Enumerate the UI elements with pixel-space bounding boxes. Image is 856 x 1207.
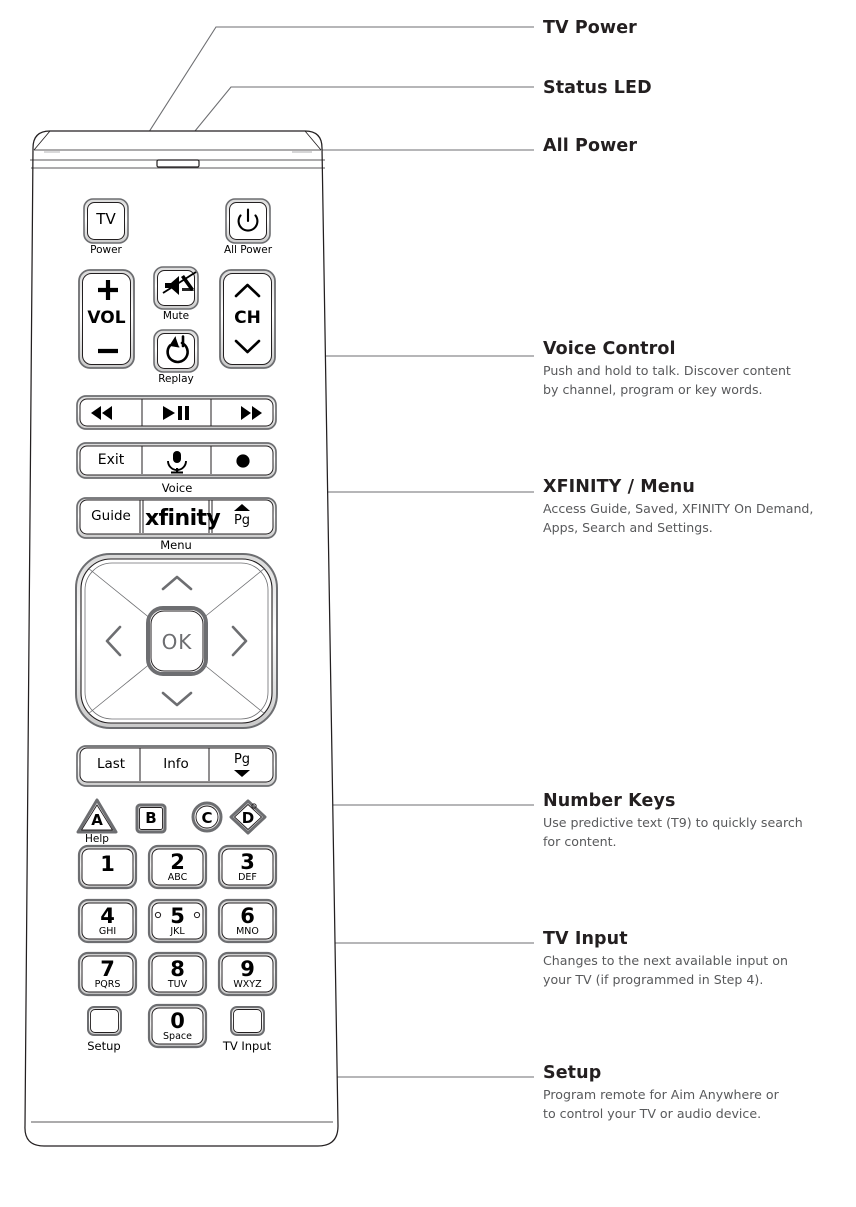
callout-voice-control: Voice Control Push and hold to talk. Dis… [543,339,791,399]
callout-title: Number Keys [543,791,676,811]
key-6-digit[interactable]: 6 [219,904,276,928]
key-0-letters: Space [163,1031,192,1042]
key-0-digit[interactable]: 0 [149,1009,206,1033]
callout-body-line: Changes to the next available input on [543,953,788,969]
tv-power-label[interactable]: TV [84,210,128,228]
callout-title: TV Input [543,929,628,949]
remote-diagram-canvas: TV Power All Power VOL CH Mute Replay Ex… [0,0,856,1207]
key-2-letters: ABC [167,872,188,883]
tv-input-caption: TV Input [222,1039,272,1053]
key-7-letters: PQRS [94,979,121,990]
callout-body-line: Program remote for Aim Anywhere or [543,1087,779,1103]
replay-caption: Replay [158,373,194,385]
callout-tv-power: TV Power [543,18,637,38]
callout-body-line: to control your TV or audio device. [543,1105,762,1121]
key-1-digit[interactable]: 1 [79,852,136,876]
callout-title: All Power [543,136,638,156]
tv-power-caption: Power [90,244,122,256]
channel-label[interactable]: CH [220,308,275,328]
page-down-label[interactable]: Pg [226,752,258,767]
callout-body-line: your TV (if programmed in Step 4). [543,971,764,987]
callout-body-line: for content. [543,833,617,849]
key-5-digit[interactable]: 5 [149,904,206,928]
key-8-digit[interactable]: 8 [149,957,206,981]
a-button-label[interactable]: A [78,811,116,829]
b-button-label[interactable]: B [137,809,165,827]
callout-title: XFINITY / Menu [543,477,695,497]
callout-status-led: Status LED [543,78,652,98]
d-button-label[interactable]: D [234,809,262,827]
voice-caption: Voice [161,481,193,495]
key-6-letters: MNO [236,926,259,937]
key-4-digit[interactable]: 4 [79,904,136,928]
key-4-letters: GHI [98,926,117,937]
c-button-label[interactable]: C [193,809,221,827]
key-3-digit[interactable]: 3 [219,850,276,874]
key-9-letters: WXYZ [233,979,262,990]
callout-tv-input: TV Input Changes to the next available i… [543,929,788,989]
setup-caption: Setup [87,1039,121,1053]
callout-number-keys: Number Keys Use predictive text (T9) to … [543,791,803,851]
key-2-digit[interactable]: 2 [149,850,206,874]
callout-title: TV Power [543,18,637,38]
volume-label[interactable]: VOL [79,308,134,328]
xfinity-logo[interactable]: xfinity [145,506,221,531]
record-icon [236,454,250,468]
callout-title: Voice Control [543,339,676,359]
callout-body-line: Use predictive text (T9) to quickly sear… [543,815,803,831]
all-power-caption: All Power [223,244,273,256]
key-9-digit[interactable]: 9 [219,957,276,981]
mute-caption: Mute [162,310,190,322]
callout-body-line: Access Guide, Saved, XFINITY On Demand, [543,501,814,517]
callout-title: Status LED [543,78,652,98]
key-3-letters: DEF [238,872,257,883]
callout-body-line: Apps, Search and Settings. [543,519,713,535]
callout-all-power: All Power [543,136,637,156]
info-label[interactable]: Info [146,756,206,772]
last-label[interactable]: Last [83,756,139,772]
page-up-label[interactable]: Pg [226,513,258,528]
key-8-letters: TUV [167,979,188,990]
callout-title: Setup [543,1063,602,1083]
remote-artwork [24,130,339,1147]
ok-label[interactable]: OK [148,630,206,654]
callout-setup: Setup Program remote for Aim Anywhere or… [543,1063,779,1123]
guide-label[interactable]: Guide [83,508,139,524]
callout-body-line: Push and hold to talk. Discover content [543,363,791,379]
menu-caption: Menu [160,538,192,552]
callout-xfinity-menu: XFINITY / Menu Access Guide, Saved, XFIN… [543,477,813,537]
exit-label[interactable]: Exit [83,452,139,468]
status-led-slot [156,159,200,168]
callout-body-line: by channel, program or key words. [543,381,763,397]
key-7-digit[interactable]: 7 [79,957,136,981]
help-caption: Help [85,833,109,845]
key-5-letters: JKL [170,926,185,937]
